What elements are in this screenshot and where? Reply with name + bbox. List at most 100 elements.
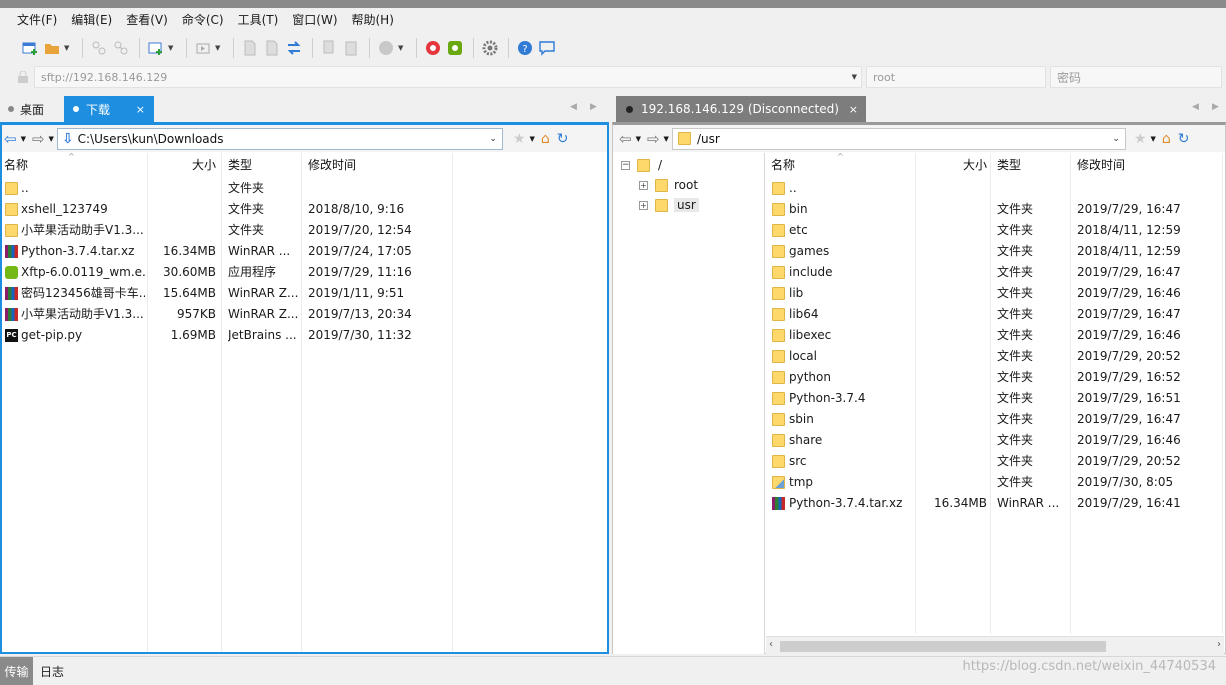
host-input[interactable]: sftp://192.168.146.129 ▼ (34, 66, 862, 88)
file-row[interactable]: 密码123456雄哥卡车... 15.64MB WinRAR Z... 2019/1/… (2, 283, 607, 304)
file-row[interactable]: Python-3.7.4.tar.xz 16.34MB WinRAR ... 2019… (766, 493, 1224, 514)
tab-desktop[interactable]: 桌面 (0, 96, 62, 122)
file-row[interactable]: tmp 文件夹 2019/7/30, 8:05 (766, 472, 1224, 493)
tab-scroll-left-icon[interactable]: ◀ (1192, 102, 1199, 112)
horizontal-scrollbar[interactable]: ‹ › (766, 636, 1224, 654)
open-dropdown-icon[interactable]: ▼ (64, 44, 72, 52)
file-row[interactable]: bin 文件夹 2019/7/29, 16:47 (766, 199, 1224, 220)
copy-file-icon[interactable] (240, 38, 260, 58)
file-row[interactable]: etc 文件夹 2018/4/11, 12:59 (766, 220, 1224, 241)
back-arrow-icon[interactable]: ⇦ (4, 130, 17, 148)
tree-collapse-icon[interactable]: − (621, 160, 630, 170)
close-icon[interactable]: × (136, 103, 145, 116)
file-row[interactable]: Python-3.7.4 文件夹 2019/7/29, 16:51 (766, 388, 1224, 409)
menu-tools[interactable]: 工具(T) (231, 8, 286, 32)
menu-view[interactable]: 查看(V) (119, 8, 175, 32)
forward-dropdown-icon[interactable]: ▼ (664, 135, 669, 143)
file-row[interactable]: .. (766, 178, 1224, 199)
paste-file-icon[interactable] (262, 38, 282, 58)
tree-expand-icon[interactable]: + (639, 200, 648, 210)
refresh-icon[interactable]: ↻ (557, 131, 569, 147)
file-row[interactable]: src 文件夹 2019/7/29, 20:52 (766, 451, 1224, 472)
file-row[interactable]: PC get-pip.py 1.69MB JetBrains ... 2019/7/30… (2, 325, 607, 346)
menu-command[interactable]: 命令(C) (175, 8, 231, 32)
column-header-modified[interactable]: 修改时间 (308, 153, 448, 175)
file-row[interactable]: .. 文件夹 (2, 178, 607, 199)
xftp-icon[interactable] (445, 38, 465, 58)
host-dropdown-icon[interactable]: ▼ (852, 73, 857, 81)
clipboard-icon[interactable] (341, 38, 361, 58)
scroll-right-icon[interactable]: › (1217, 639, 1221, 650)
file-row[interactable]: xshell_123749 文件夹 2018/8/10, 9:16 (2, 199, 607, 220)
tab-scroll-left-icon[interactable]: ◀ (570, 102, 577, 112)
remote-path-input[interactable]: /usr ⌄ (671, 127, 1126, 150)
tab-scroll-right-icon[interactable]: ▶ (590, 102, 597, 112)
bookmark-star-icon[interactable]: ★ (1134, 131, 1147, 147)
refresh-icon[interactable]: ↻ (1178, 131, 1190, 147)
new-tab-dropdown-icon[interactable]: ▼ (168, 44, 176, 52)
file-row[interactable]: games 文件夹 2018/4/11, 12:59 (766, 241, 1224, 262)
tab-scroll-right-icon[interactable]: ▶ (1212, 102, 1219, 112)
scroll-left-icon[interactable]: ‹ (769, 639, 773, 650)
back-dropdown-icon[interactable]: ▼ (636, 135, 641, 143)
horizontal-scroll-thumb[interactable] (780, 641, 1106, 652)
tab-downloads[interactable]: 下载 × (64, 96, 154, 122)
home-folder-icon[interactable]: ⌂ (1162, 131, 1171, 147)
transfer-dropdown-icon[interactable]: ▼ (215, 44, 223, 52)
column-header-type[interactable]: 类型 (997, 153, 1067, 175)
bookmark-star-icon[interactable]: ★ (513, 131, 526, 147)
back-dropdown-icon[interactable]: ▼ (21, 135, 26, 143)
open-folder-icon[interactable] (42, 38, 62, 58)
file-row[interactable]: share 文件夹 2019/7/29, 16:46 (766, 430, 1224, 451)
globe-icon[interactable] (376, 38, 396, 58)
tab-log[interactable]: 日志 (33, 657, 71, 685)
file-row[interactable]: 小苹果活动助手V1.3... 957KB WinRAR Z... 2019/7/13,… (2, 304, 607, 325)
file-row[interactable]: lib 文件夹 2019/7/29, 16:46 (766, 283, 1224, 304)
tree-node-root[interactable]: + root (639, 175, 698, 195)
file-row[interactable]: Xftp-6.0.0119_wm.e... 30.60MB 应用程序 2019/7/2… (2, 262, 607, 283)
username-input[interactable]: root (866, 66, 1046, 88)
column-header-size[interactable]: 大小 (917, 153, 987, 175)
help-icon[interactable]: ? (515, 38, 535, 58)
new-session-icon[interactable] (20, 38, 40, 58)
tab-remote-session[interactable]: 192.168.146.129 (Disconnected) × (616, 96, 866, 122)
home-folder-icon[interactable]: ⌂ (541, 131, 550, 147)
file-row[interactable]: libexec 文件夹 2019/7/29, 16:46 (766, 325, 1224, 346)
file-row[interactable]: Python-3.7.4.tar.xz 16.34MB WinRAR ... 2019… (2, 241, 607, 262)
column-header-type[interactable]: 类型 (228, 153, 298, 175)
queue-icon[interactable] (319, 38, 339, 58)
close-icon[interactable]: × (849, 103, 858, 116)
new-tab-icon[interactable] (146, 38, 166, 58)
column-header-size[interactable]: 大小 (150, 153, 216, 175)
chat-icon[interactable] (537, 38, 557, 58)
column-header-modified[interactable]: 修改时间 (1077, 153, 1217, 175)
path-dropdown-icon[interactable]: ⌄ (489, 134, 497, 144)
tree-node-usr[interactable]: + usr (639, 195, 699, 215)
xshell-icon[interactable] (423, 38, 443, 58)
file-row[interactable]: sbin 文件夹 2019/7/29, 16:47 (766, 409, 1224, 430)
forward-arrow-icon[interactable]: ⇨ (32, 130, 45, 148)
back-arrow-icon[interactable]: ⇦ (619, 130, 632, 148)
file-row[interactable]: lib64 文件夹 2019/7/29, 16:47 (766, 304, 1224, 325)
tree-expand-icon[interactable]: + (639, 180, 648, 190)
file-row[interactable]: include 文件夹 2019/7/29, 16:47 (766, 262, 1224, 283)
menu-window[interactable]: 窗口(W) (285, 8, 344, 32)
file-row[interactable]: local 文件夹 2019/7/29, 20:52 (766, 346, 1224, 367)
bookmark-dropdown-icon[interactable]: ▼ (1151, 135, 1156, 143)
menu-help[interactable]: 帮助(H) (345, 8, 401, 32)
password-input[interactable]: 密码 (1050, 66, 1222, 88)
file-row[interactable]: 小苹果活动助手V1.3... 文件夹 2019/7/20, 12:54 (2, 220, 607, 241)
menu-file[interactable]: 文件(F) (10, 8, 64, 32)
globe-dropdown-icon[interactable]: ▼ (398, 44, 406, 52)
forward-arrow-icon[interactable]: ⇨ (647, 130, 660, 148)
file-row[interactable]: python 文件夹 2019/7/29, 16:52 (766, 367, 1224, 388)
local-path-input[interactable]: ⇩ C:\Users\kun\Downloads ⌄ (56, 127, 503, 150)
disconnect-icon[interactable] (111, 38, 131, 58)
tree-node-root-slash[interactable]: − / (621, 155, 662, 175)
path-dropdown-icon[interactable]: ⌄ (1112, 134, 1120, 144)
bookmark-dropdown-icon[interactable]: ▼ (530, 135, 535, 143)
tab-transfer[interactable]: 传输 (0, 657, 33, 685)
sync-icon[interactable] (284, 38, 304, 58)
forward-dropdown-icon[interactable]: ▼ (49, 135, 54, 143)
menu-edit[interactable]: 编辑(E) (64, 8, 119, 32)
